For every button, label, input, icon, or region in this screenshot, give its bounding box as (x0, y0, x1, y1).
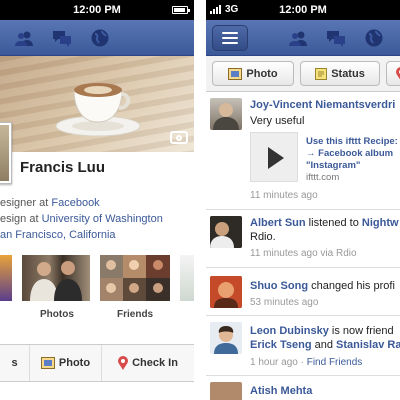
profile-thumbnails (0, 255, 194, 303)
status-bar: 12:00 PM (0, 0, 194, 20)
messages-icon[interactable] (326, 28, 346, 48)
nav-bar (206, 20, 400, 56)
info-location: an Francisco, California (0, 229, 116, 241)
status-bar: 3G 12:00 PM (206, 0, 400, 20)
status-time: 12:00 PM (73, 4, 121, 16)
status-icon (315, 67, 328, 80)
globe-icon[interactable] (90, 28, 110, 48)
friend-link[interactable]: Stanislav Ra (336, 339, 400, 351)
story-author[interactable]: Shuo Song (250, 280, 308, 292)
coffee-cup-image (55, 83, 141, 137)
story-text-line2: Erick Tseng and Stanislav Ra (250, 339, 400, 351)
photo-icon (228, 67, 243, 80)
news-feed-screen: 3G 12:00 PM Photo Status Joy-Vincent Nie… (206, 0, 400, 400)
thumbnail[interactable] (180, 255, 194, 301)
story-author[interactable]: Atish Mehta (250, 384, 312, 398)
messages-icon[interactable] (52, 28, 72, 48)
cover-photo[interactable] (0, 56, 194, 152)
story-time: 11 minutes ago (250, 190, 318, 201)
attachment-title: Use this ifttt Recipe: → Facebook album … (306, 136, 398, 171)
play-icon[interactable] (250, 132, 298, 182)
profile-screen: 12:00 PM Francis Luu esigner at Facebook (0, 0, 194, 400)
globe-icon[interactable] (364, 28, 384, 48)
story-time: 1 hour ago · Find Friends (250, 357, 363, 368)
checkin-icon (396, 66, 400, 79)
education-link[interactable]: University of Washington (42, 213, 163, 225)
profile-name: Francis Luu (20, 159, 106, 176)
attachment-source: ifttt.com (306, 172, 340, 183)
story-text: Shuo Song changed his profi (250, 280, 395, 292)
story-text-line2: Rdio. (250, 231, 276, 243)
story-attachment[interactable]: Use this ifttt Recipe: → Facebook album … (250, 132, 400, 188)
profile-actions: s Photo Check In (0, 344, 194, 382)
info-education: esign at University of Washington (0, 213, 163, 225)
checkin-icon (118, 356, 129, 370)
battery-icon (172, 6, 190, 14)
status-time: 12:00 PM (279, 4, 327, 16)
friends-icon[interactable] (14, 28, 34, 48)
find-friends-link[interactable]: Find Friends (307, 357, 363, 368)
thumbnail[interactable] (0, 255, 12, 301)
friends-label[interactable]: Friends (117, 309, 153, 320)
photo-button[interactable]: Photo (30, 345, 102, 381)
avatar[interactable] (210, 276, 242, 308)
checkin-button[interactable]: Check In (102, 345, 194, 381)
avatar[interactable] (210, 98, 242, 130)
location-link[interactable]: an Francisco, California (0, 229, 116, 241)
avatar[interactable] (210, 322, 242, 354)
photos-label[interactable]: Photos (40, 309, 74, 320)
menu-icon[interactable] (212, 25, 248, 51)
compose-status-button[interactable]: Status (300, 61, 380, 86)
friend-link[interactable]: Erick Tseng (250, 339, 312, 351)
story-time: 11 minutes ago via Rdio (250, 248, 357, 259)
profile-picture[interactable] (0, 122, 12, 184)
friends-icon[interactable] (288, 28, 308, 48)
story-target[interactable]: Nightw (362, 217, 399, 229)
compose-photo-button[interactable]: Photo (212, 61, 294, 86)
nav-bar (0, 20, 194, 56)
status-button[interactable]: s (0, 345, 30, 381)
story-author[interactable]: Joy-Vincent Niemantsverdri (250, 98, 395, 112)
camera-icon[interactable] (170, 131, 188, 144)
work-link[interactable]: Facebook (51, 197, 99, 209)
photos-thumbnail[interactable] (22, 255, 90, 301)
info-work: esigner at Facebook (0, 197, 100, 209)
avatar[interactable] (210, 382, 242, 400)
compose-checkin-button[interactable] (386, 61, 400, 86)
story-message: Very useful (250, 115, 305, 127)
story-time: 53 minutes ago (250, 297, 319, 308)
story-text: Albert Sun listened to Nightw (250, 217, 399, 229)
composer-bar: Photo Status (206, 56, 400, 92)
photo-icon (40, 357, 55, 369)
story-author[interactable]: Albert Sun (250, 217, 306, 229)
friends-thumbnail[interactable] (100, 255, 170, 301)
story-text: Leon Dubinsky is now friend (250, 325, 394, 337)
story-author[interactable]: Leon Dubinsky (250, 325, 329, 337)
avatar[interactable] (210, 216, 242, 248)
